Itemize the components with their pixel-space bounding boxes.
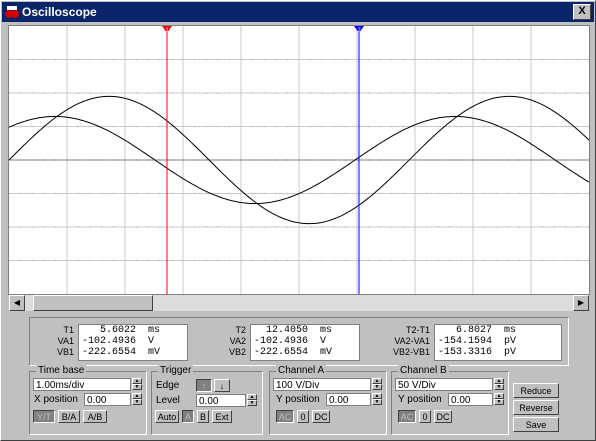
value-va1: -102.4936 V — [82, 336, 155, 347]
scroll-left-arrow-icon[interactable]: ◀ — [9, 295, 25, 311]
channel-b-dc-button[interactable]: DC — [434, 410, 452, 423]
ba-mode-button[interactable]: B/A — [58, 410, 80, 423]
value-t2-t1: 6.8027 ms — [438, 325, 517, 336]
channel-a-scale-field[interactable]: 100 V/Div — [273, 378, 371, 391]
value-va2-va1: -154.1594 pV — [438, 336, 517, 347]
channel-a-ac-button[interactable]: AC — [276, 410, 294, 423]
channel-b-zero-button[interactable]: 0 — [419, 410, 431, 423]
falling-edge-icon[interactable]: ↓ — [214, 379, 230, 392]
channel-b-title: Channel B — [398, 365, 449, 376]
trigger-level-field[interactable]: 0.00 — [196, 394, 246, 407]
close-button[interactable]: X — [573, 4, 591, 20]
timebase-panel: Time base 1.00ms/div ▲ ▼ X position 0.00 … — [29, 365, 147, 435]
reverse-button[interactable]: Reverse — [513, 400, 559, 415]
channel-b-scale-field[interactable]: 50 V/Div — [395, 378, 493, 391]
trigger-ext-button[interactable]: Ext — [212, 410, 232, 423]
trigger-edge-label: Edge — [156, 380, 180, 391]
ab-mode-button[interactable]: A/B — [83, 410, 107, 423]
timebase-xpos-spinner[interactable]: ▲ ▼ — [132, 393, 142, 406]
timebase-xpos-label: X position — [34, 394, 78, 405]
channel-a-ypos-field[interactable]: 0.00 — [326, 393, 371, 406]
channel-b-ypos-label: Y position — [398, 394, 442, 405]
label-vb1: VB1 — [56, 347, 74, 357]
channel-b-panel: Channel B 50 V/Div ▲ ▼ Y position 0.00 ▲ ▼… — [391, 365, 509, 435]
readout-values-t1: 5.6022 ms -102.4936 V -222.6554 mV — [78, 324, 188, 361]
measurement-readout: T1 VA1 VB1 5.6022 ms -102.4936 V -222.65… — [29, 317, 569, 366]
scroll-thumb[interactable] — [33, 295, 153, 311]
channel-b-ypos-field[interactable]: 0.00 — [448, 393, 493, 406]
yt-mode-button[interactable]: Y/T — [33, 410, 55, 423]
value-vb1: -222.6554 mV — [82, 347, 161, 358]
channel-a-panel: Channel A 100 V/Div ▲ ▼ Y position 0.00 ▲… — [269, 365, 387, 435]
reduce-button[interactable]: Reduce — [513, 383, 559, 398]
readout-values-t2: 12.4050 ms -102.4936 V -222.6554 mV — [250, 324, 360, 361]
trigger-a-button[interactable]: A — [182, 410, 194, 423]
scroll-right-arrow-icon[interactable]: ▶ — [573, 295, 589, 311]
value-t1: 5.6022 ms — [82, 325, 161, 336]
channel-b-ac-button[interactable]: AC — [398, 410, 416, 423]
value-vb2-vb1: -153.3316 pV — [438, 347, 517, 358]
value-vb2: -222.6554 mV — [254, 347, 333, 358]
value-va2: -102.4936 V — [254, 336, 327, 347]
channel-a-dc-button[interactable]: DC — [312, 410, 330, 423]
trigger-level-spinner[interactable]: ▲ ▼ — [247, 394, 257, 407]
window-title: Oscilloscope — [22, 5, 97, 19]
channel-a-zero-button[interactable]: 0 — [297, 410, 309, 423]
channel-b-scale-spinner[interactable]: ▲ ▼ — [494, 378, 504, 391]
timebase-scale-spinner[interactable]: ▲ ▼ — [132, 378, 142, 391]
label-vb2-vb1: VB2-VB1 — [392, 347, 430, 357]
horizontal-scrollbar[interactable]: ◀ ▶ — [9, 295, 589, 311]
channel-a-ypos-label: Y position — [276, 394, 320, 405]
oscilloscope-app-icon — [5, 6, 19, 18]
trigger-auto-button[interactable]: Auto — [155, 410, 179, 423]
value-t2: 12.4050 ms — [254, 325, 333, 336]
timebase-scale-field[interactable]: 1.00ms/div — [33, 378, 131, 391]
oscilloscope-window: Oscilloscope X 12 ◀ ▶ T1 VA1 VB1 5.6022 … — [0, 0, 596, 441]
readout-values-delta: 6.8027 ms -154.1594 pV -153.3316 pV — [434, 324, 562, 361]
label-vb2: VB2 — [228, 347, 246, 357]
scope-display[interactable]: 12 — [8, 25, 590, 295]
trigger-b-button[interactable]: B — [197, 410, 209, 423]
channel-a-scale-spinner[interactable]: ▲ ▼ — [372, 378, 382, 391]
channel-a-title: Channel A — [276, 365, 327, 376]
timebase-title: Time base — [36, 365, 87, 376]
trigger-panel: Trigger Edge ↑ ↓ Level 0.00 ▲ ▼ Auto A B … — [151, 365, 263, 435]
channel-a-ypos-spinner[interactable]: ▲ ▼ — [372, 393, 382, 406]
channel-b-ypos-spinner[interactable]: ▲ ▼ — [494, 393, 504, 406]
scope-grid — [9, 26, 589, 294]
trigger-level-label: Level — [156, 395, 180, 406]
save-button[interactable]: Save — [513, 417, 559, 432]
timebase-xpos-field[interactable]: 0.00 — [84, 393, 131, 406]
rising-edge-icon[interactable]: ↑ — [196, 379, 212, 392]
title-bar[interactable]: Oscilloscope X — [2, 2, 594, 22]
trigger-title: Trigger — [158, 365, 194, 376]
